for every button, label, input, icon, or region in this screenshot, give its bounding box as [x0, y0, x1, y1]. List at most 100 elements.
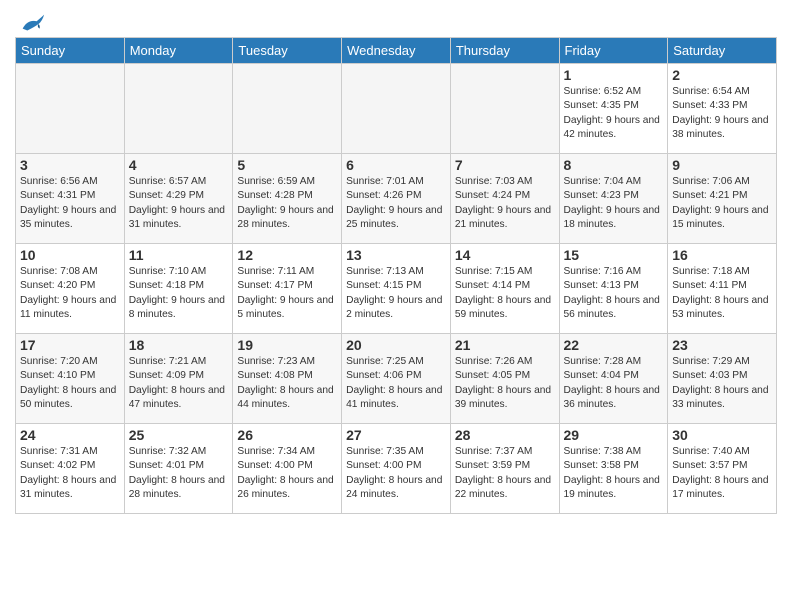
day-number: 9 [672, 157, 772, 173]
day-info: Sunrise: 7:06 AM Sunset: 4:21 PM Dayligh… [672, 175, 772, 232]
calendar-cell: 4 Sunrise: 6:57 AM Sunset: 4:29 PM Daylig… [124, 154, 233, 244]
day-info: Sunrise: 7:21 AM Sunset: 4:09 PM Dayligh… [129, 355, 229, 412]
calendar-cell: 23 Sunrise: 7:29 AM Sunset: 4:03 PM Dayli… [668, 334, 777, 424]
day-number: 24 [20, 427, 120, 443]
calendar-cell: 22 Sunrise: 7:28 AM Sunset: 4:04 PM Dayli… [559, 334, 668, 424]
week-row-2: 3 Sunrise: 6:56 AM Sunset: 4:31 PM Daylig… [16, 154, 777, 244]
logo-bird-icon [18, 10, 46, 38]
calendar-cell: 6Sunrise: 7:01 AM Sunset: 4:26 PM Daylig… [342, 154, 451, 244]
day-number: 20 [346, 337, 446, 353]
day-number: 4 [129, 157, 229, 173]
calendar-cell [124, 64, 233, 154]
calendar-cell: 7 Sunrise: 7:03 AM Sunset: 4:24 PM Daylig… [450, 154, 559, 244]
calendar-cell: 9 Sunrise: 7:06 AM Sunset: 4:21 PM Daylig… [668, 154, 777, 244]
day-info: Sunrise: 7:08 AM Sunset: 4:20 PM Dayligh… [20, 265, 120, 322]
day-number: 14 [455, 247, 555, 263]
day-number: 21 [455, 337, 555, 353]
week-row-4: 17 Sunrise: 7:20 AM Sunset: 4:10 PM Dayli… [16, 334, 777, 424]
day-info: Sunrise: 7:37 AM Sunset: 3:59 PM Dayligh… [455, 445, 555, 502]
calendar-cell: 21 Sunrise: 7:26 AM Sunset: 4:05 PM Dayli… [450, 334, 559, 424]
day-info: Sunrise: 7:25 AM Sunset: 4:06 PM Dayligh… [346, 355, 446, 412]
col-header-monday: Monday [124, 38, 233, 64]
calendar-cell: 28 Sunrise: 7:37 AM Sunset: 3:59 PM Dayli… [450, 424, 559, 514]
calendar-cell: 26 Sunrise: 7:34 AM Sunset: 4:00 PM Dayli… [233, 424, 342, 514]
day-info: Sunrise: 7:10 AM Sunset: 4:18 PM Dayligh… [129, 265, 229, 322]
day-number: 2 [672, 67, 772, 83]
day-info: Sunrise: 7:16 AM Sunset: 4:13 PM Dayligh… [564, 265, 664, 322]
day-info: Sunrise: 7:13 AM Sunset: 4:15 PM Dayligh… [346, 265, 446, 322]
day-info: Sunrise: 7:26 AM Sunset: 4:05 PM Dayligh… [455, 355, 555, 412]
col-header-friday: Friday [559, 38, 668, 64]
col-header-wednesday: Wednesday [342, 38, 451, 64]
day-info: Sunrise: 7:20 AM Sunset: 4:10 PM Dayligh… [20, 355, 120, 412]
day-info: Sunrise: 6:57 AM Sunset: 4:29 PM Dayligh… [129, 175, 229, 232]
calendar-cell: 30 Sunrise: 7:40 AM Sunset: 3:57 PM Dayli… [668, 424, 777, 514]
calendar-cell: 19Sunrise: 7:23 AM Sunset: 4:08 PM Dayli… [233, 334, 342, 424]
calendar-cell: 12Sunrise: 7:11 AM Sunset: 4:17 PM Dayli… [233, 244, 342, 334]
day-info: Sunrise: 7:15 AM Sunset: 4:14 PM Dayligh… [455, 265, 555, 322]
day-number: 23 [672, 337, 772, 353]
calendar-cell: 18Sunrise: 7:21 AM Sunset: 4:09 PM Dayli… [124, 334, 233, 424]
day-info: Sunrise: 6:59 AM Sunset: 4:28 PM Dayligh… [237, 175, 337, 232]
calendar-cell: 20 Sunrise: 7:25 AM Sunset: 4:06 PM Dayli… [342, 334, 451, 424]
col-header-sunday: Sunday [16, 38, 125, 64]
day-number: 3 [20, 157, 120, 173]
week-row-5: 24 Sunrise: 7:31 AM Sunset: 4:02 PM Dayli… [16, 424, 777, 514]
col-header-saturday: Saturday [668, 38, 777, 64]
calendar-cell: 10 Sunrise: 7:08 AM Sunset: 4:20 PM Dayli… [16, 244, 125, 334]
day-info: Sunrise: 7:32 AM Sunset: 4:01 PM Dayligh… [129, 445, 229, 502]
day-number: 17 [20, 337, 120, 353]
day-number: 25 [129, 427, 229, 443]
calendar-cell: 15 Sunrise: 7:16 AM Sunset: 4:13 PM Dayli… [559, 244, 668, 334]
logo [15, 10, 46, 32]
day-info: Sunrise: 6:56 AM Sunset: 4:31 PM Dayligh… [20, 175, 120, 232]
calendar-cell: 17 Sunrise: 7:20 AM Sunset: 4:10 PM Dayli… [16, 334, 125, 424]
day-number: 30 [672, 427, 772, 443]
day-number: 7 [455, 157, 555, 173]
header [15, 10, 777, 32]
day-info: Sunrise: 7:18 AM Sunset: 4:11 PM Dayligh… [672, 265, 772, 322]
calendar-cell [16, 64, 125, 154]
day-number: 26 [237, 427, 337, 443]
day-number: 16 [672, 247, 772, 263]
day-info: Sunrise: 7:03 AM Sunset: 4:24 PM Dayligh… [455, 175, 555, 232]
calendar-cell: 1 Sunrise: 6:52 AM Sunset: 4:35 PM Daylig… [559, 64, 668, 154]
day-info: Sunrise: 7:28 AM Sunset: 4:04 PM Dayligh… [564, 355, 664, 412]
calendar-cell: 16 Sunrise: 7:18 AM Sunset: 4:11 PM Dayli… [668, 244, 777, 334]
day-info: Sunrise: 6:52 AM Sunset: 4:35 PM Dayligh… [564, 85, 664, 142]
day-info: Sunrise: 7:40 AM Sunset: 3:57 PM Dayligh… [672, 445, 772, 502]
calendar-cell [233, 64, 342, 154]
day-info: Sunrise: 7:35 AM Sunset: 4:00 PM Dayligh… [346, 445, 446, 502]
day-info: Sunrise: 7:29 AM Sunset: 4:03 PM Dayligh… [672, 355, 772, 412]
calendar-cell: 27 Sunrise: 7:35 AM Sunset: 4:00 PM Dayli… [342, 424, 451, 514]
calendar-cell: 25 Sunrise: 7:32 AM Sunset: 4:01 PM Dayli… [124, 424, 233, 514]
day-number: 10 [20, 247, 120, 263]
calendar-cell: 13 Sunrise: 7:13 AM Sunset: 4:15 PM Dayli… [342, 244, 451, 334]
day-number: 19 [237, 337, 337, 353]
calendar-cell [450, 64, 559, 154]
day-number: 1 [564, 67, 664, 83]
calendar-cell: 24 Sunrise: 7:31 AM Sunset: 4:02 PM Dayli… [16, 424, 125, 514]
day-number: 27 [346, 427, 446, 443]
day-info: Sunrise: 7:31 AM Sunset: 4:02 PM Dayligh… [20, 445, 120, 502]
day-info: Sunrise: 7:34 AM Sunset: 4:00 PM Dayligh… [237, 445, 337, 502]
day-number: 5 [237, 157, 337, 173]
calendar-cell [342, 64, 451, 154]
calendar-table: SundayMondayTuesdayWednesdayThursdayFrid… [15, 37, 777, 514]
col-header-thursday: Thursday [450, 38, 559, 64]
col-header-tuesday: Tuesday [233, 38, 342, 64]
calendar-cell: 29Sunrise: 7:38 AM Sunset: 3:58 PM Dayli… [559, 424, 668, 514]
week-row-3: 10 Sunrise: 7:08 AM Sunset: 4:20 PM Dayli… [16, 244, 777, 334]
day-number: 13 [346, 247, 446, 263]
day-number: 22 [564, 337, 664, 353]
day-number: 28 [455, 427, 555, 443]
day-info: Sunrise: 6:54 AM Sunset: 4:33 PM Dayligh… [672, 85, 772, 142]
calendar-cell: 5 Sunrise: 6:59 AM Sunset: 4:28 PM Daylig… [233, 154, 342, 244]
day-number: 15 [564, 247, 664, 263]
day-info: Sunrise: 7:04 AM Sunset: 4:23 PM Dayligh… [564, 175, 664, 232]
calendar-page: SundayMondayTuesdayWednesdayThursdayFrid… [0, 0, 792, 524]
day-info: Sunrise: 7:38 AM Sunset: 3:58 PM Dayligh… [564, 445, 664, 502]
day-number: 12 [237, 247, 337, 263]
calendar-cell: 3 Sunrise: 6:56 AM Sunset: 4:31 PM Daylig… [16, 154, 125, 244]
day-number: 6 [346, 157, 446, 173]
